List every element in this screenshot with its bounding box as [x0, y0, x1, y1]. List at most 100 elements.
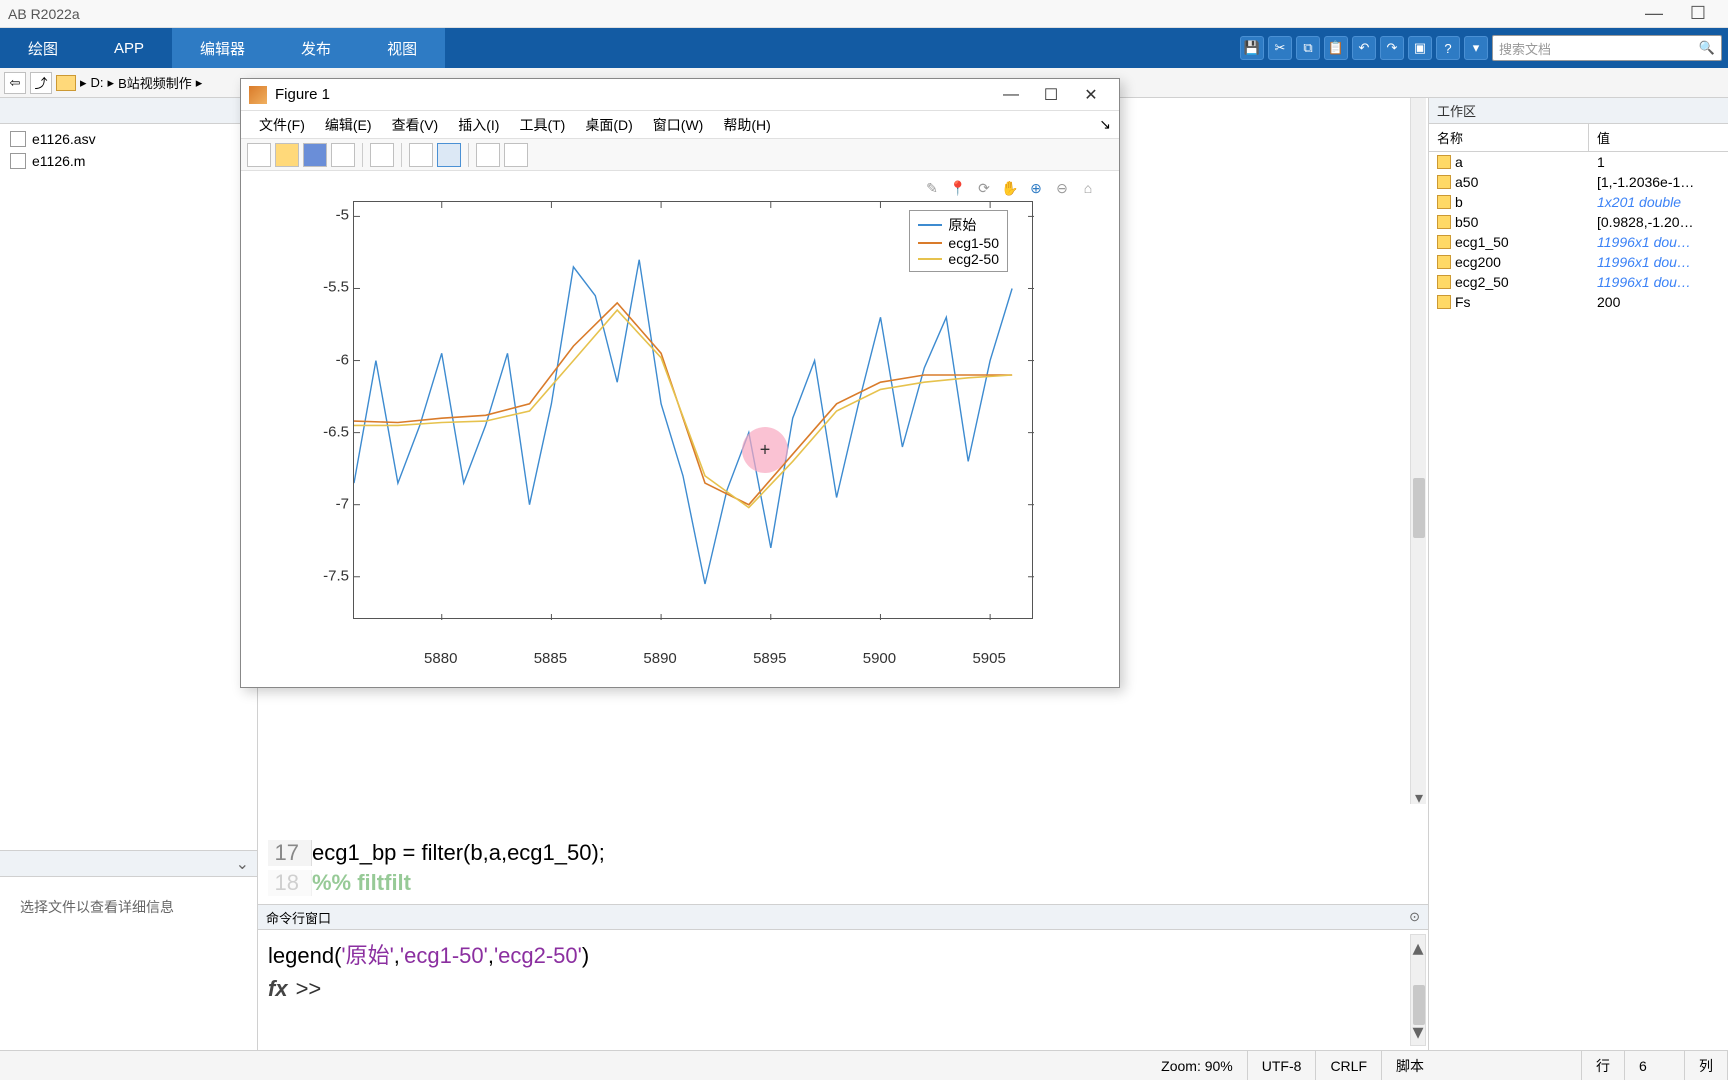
maximize-button[interactable]: ☐ [1031, 85, 1071, 105]
open-icon[interactable] [275, 143, 299, 167]
brush-icon[interactable]: ✎ [921, 177, 943, 199]
dropdown-icon[interactable]: ▾ [1464, 36, 1488, 60]
path-drive[interactable]: D: [91, 75, 104, 90]
menu-tools[interactable]: 工具(T) [509, 111, 575, 139]
crosshair-cursor: + [760, 440, 771, 461]
save-icon[interactable] [303, 143, 327, 167]
line-number: 17 [268, 840, 312, 866]
scroll-thumb[interactable] [1413, 478, 1425, 538]
inspector-icon[interactable] [504, 143, 528, 167]
workspace-columns: 名称 值 [1429, 124, 1728, 152]
menu-window[interactable]: 窗口(W) [643, 111, 714, 139]
axes[interactable]: 原始 ecg1-50 ecg2-50 + [353, 201, 1033, 619]
cmdwin-title: 命令行窗口 [266, 908, 331, 927]
status-row-label: 行 [1582, 1051, 1625, 1080]
redo-icon[interactable]: ↷ [1380, 36, 1404, 60]
tab-view[interactable]: 视图 [359, 28, 445, 68]
pan-icon[interactable]: ✋ [999, 177, 1021, 199]
workspace-row[interactable]: ecg2_5011996x1 dou… [1429, 272, 1728, 292]
code-line[interactable]: 18 %% filtfilt [258, 868, 1410, 898]
command-window[interactable]: legend('原始','ecg1-50','ecg2-50') fx >> ▴… [258, 930, 1428, 1050]
pointer-icon[interactable] [476, 143, 500, 167]
datatip-icon[interactable]: 📍 [947, 177, 969, 199]
workspace-row[interactable]: b50[0.9828,-1.20… [1429, 212, 1728, 232]
status-eol: CRLF [1316, 1051, 1382, 1080]
tab-publish[interactable]: 发布 [273, 28, 359, 68]
clipboard-icon[interactable]: ▣ [1408, 36, 1432, 60]
print-icon[interactable] [331, 143, 355, 167]
paste-icon[interactable]: 📋 [1324, 36, 1348, 60]
status-zoom[interactable]: Zoom: 90% [1147, 1051, 1248, 1080]
menu-insert[interactable]: 插入(I) [448, 111, 509, 139]
workspace-row[interactable]: ecg20011996x1 dou… [1429, 252, 1728, 272]
grid2-icon[interactable] [437, 143, 461, 167]
rotate-icon[interactable]: ⟳ [973, 177, 995, 199]
file-icon [10, 153, 26, 169]
folder-col-header [0, 98, 257, 124]
tab-plot[interactable]: 绘图 [0, 28, 86, 68]
cut-icon[interactable]: ✂ [1268, 36, 1292, 60]
menu-desktop[interactable]: 桌面(D) [575, 111, 642, 139]
search-docs-input[interactable]: 搜索文档 🔍 [1492, 35, 1722, 61]
figure-titlebar[interactable]: Figure 1 ― ☐ ✕ [241, 79, 1119, 111]
menu-edit[interactable]: 编辑(E) [315, 111, 382, 139]
grid1-icon[interactable] [409, 143, 433, 167]
menu-expand-icon[interactable]: ↘ [1099, 116, 1111, 133]
save-icon[interactable]: 💾 [1240, 36, 1264, 60]
close-button[interactable]: ✕ [1071, 85, 1111, 105]
workspace-row[interactable]: ecg1_5011996x1 dou… [1429, 232, 1728, 252]
list-item[interactable]: e1126.m [8, 150, 249, 172]
x-tick-label: 5890 [643, 650, 676, 667]
link-icon[interactable] [370, 143, 394, 167]
var-value: 1x201 double [1589, 192, 1728, 212]
variable-icon [1437, 195, 1451, 209]
fx-icon[interactable]: fx [268, 976, 288, 1002]
minimize-button[interactable]: ― [991, 86, 1031, 104]
folder-icon[interactable] [56, 75, 76, 91]
scroll-down-icon[interactable]: ▾ [1411, 788, 1427, 804]
new-icon[interactable] [247, 143, 271, 167]
figure-window[interactable]: Figure 1 ― ☐ ✕ 文件(F) 编辑(E) 查看(V) 插入(I) 工… [240, 78, 1120, 688]
tab-app[interactable]: APP [86, 28, 172, 68]
path-folder[interactable]: B站视频制作 [118, 73, 192, 92]
workspace-row[interactable]: Fs200 [1429, 292, 1728, 312]
workspace-panel: 工作区 名称 值 a1a50[1,-1.2036e-1…b1x201 doubl… [1428, 98, 1728, 1050]
nav-back-icon[interactable]: ⇦ [4, 72, 26, 94]
scroll-down-icon[interactable]: ▾ [1411, 1019, 1425, 1045]
col-name[interactable]: 名称 [1429, 124, 1589, 151]
copy-icon[interactable]: ⧉ [1296, 36, 1320, 60]
path-sep: ▸ [80, 75, 87, 91]
menu-file[interactable]: 文件(F) [249, 111, 315, 139]
y-tick-label: -5 [301, 207, 349, 224]
chevron-down-icon[interactable]: ⌄ [236, 854, 249, 874]
workspace-row[interactable]: a1 [1429, 152, 1728, 172]
var-value: 200 [1589, 292, 1728, 312]
nav-up-icon[interactable]: ⤴ [30, 72, 52, 94]
zoomout-icon[interactable]: ⊖ [1051, 177, 1073, 199]
legend[interactable]: 原始 ecg1-50 ecg2-50 [909, 210, 1008, 272]
tab-editor[interactable]: 编辑器 [172, 28, 273, 68]
zoomin-icon[interactable]: ⊕ [1025, 177, 1047, 199]
list-item[interactable]: e1126.asv [8, 128, 249, 150]
file-list[interactable]: e1126.asv e1126.m [0, 124, 257, 850]
code-line[interactable]: 17 ecg1_bp = filter(b,a,ecg1_50); [258, 838, 1410, 868]
maximize-button[interactable]: ☐ [1676, 3, 1720, 24]
menu-view[interactable]: 查看(V) [382, 111, 449, 139]
minimize-button[interactable]: ― [1632, 3, 1676, 24]
command-window-header: 命令行窗口 ⊙ [258, 904, 1428, 930]
plot-area[interactable]: ✎ 📍 ⟳ ✋ ⊕ ⊖ ⌂ 原始 ecg1-50 ecg2-50 + -5-5.… [241, 171, 1119, 687]
restore-icon[interactable]: ⌂ [1077, 177, 1099, 199]
workspace-row[interactable]: b1x201 double [1429, 192, 1728, 212]
workspace-body[interactable]: a1a50[1,-1.2036e-1…b1x201 doubleb50[0.98… [1429, 152, 1728, 312]
panel-menu-icon[interactable]: ⊙ [1409, 909, 1420, 925]
cmdwin-scrollbar[interactable]: ▴ ▾ [1410, 934, 1426, 1046]
help-icon[interactable]: ? [1436, 36, 1460, 60]
scroll-up-icon[interactable]: ▴ [1411, 935, 1425, 961]
x-tick-label: 5895 [753, 650, 786, 667]
undo-icon[interactable]: ↶ [1352, 36, 1376, 60]
app-titlebar: AB R2022a ― ☐ [0, 0, 1728, 28]
workspace-row[interactable]: a50[1,-1.2036e-1… [1429, 172, 1728, 192]
editor-scrollbar[interactable]: ▾ [1410, 98, 1426, 804]
col-value[interactable]: 值 [1589, 124, 1728, 151]
menu-help[interactable]: 帮助(H) [713, 111, 780, 139]
